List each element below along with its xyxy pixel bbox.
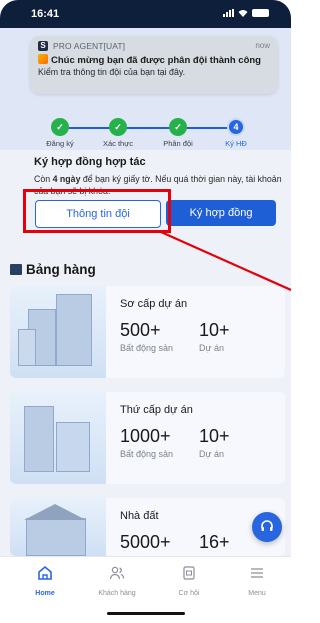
listing-card[interactable]: Thứ cấp dự án 1000+ Bất động sản 10+ Dự … [10,392,285,484]
contract-heading: Ký hợp đồng hợp tác [34,156,146,168]
nav-opportunities[interactable]: Cơ hội [159,565,219,597]
opportunity-icon [183,566,195,580]
step-team: ✓ Phân đội [158,118,198,148]
listing-name: Nhà đất [120,510,159,522]
listing-project-label: Dự án [199,449,225,459]
step-contract: 4 Ký HĐ [216,118,256,148]
wifi-icon [238,10,248,17]
building-image [10,392,106,484]
listing-property-label: Bất động sản [120,449,174,459]
users-icon [109,566,125,580]
onboarding-steps: ✓ Đăng ký ✓ Xác thực ✓ Phân đội 4 Ký HĐ [40,118,270,148]
building-icon [10,264,22,275]
sign-contract-button[interactable]: Ký hợp đồng [166,200,276,226]
nav-home[interactable]: Home [15,565,75,597]
desc-days: 4 ngày [52,174,81,184]
home-indicator [107,612,185,615]
notification-time: now [255,41,270,50]
status-time: 16:41 [31,8,60,20]
listing-project-count: 10+ [199,426,230,446]
step-label: Đăng ký [46,139,74,148]
nav-label: Menu [248,590,266,597]
nav-label: Home [35,590,55,597]
listing-property-count: 5000+ [120,532,171,552]
step-register: ✓ Đăng ký [40,118,80,148]
check-icon: ✓ [109,118,127,136]
listing-project-label: Dự án [199,343,225,353]
support-chat-button[interactable] [252,512,282,542]
step-number: 4 [227,118,245,136]
status-icons [223,9,269,17]
battery-icon [252,9,269,17]
check-icon: ✓ [51,118,69,136]
listing-name: Sơ cấp dự án [120,298,188,310]
listing-card[interactable]: Nhà đất 5000+ 16+ [10,498,285,556]
notification-body: Kiểm tra thông tin đội của bạn tại đây. [38,67,186,77]
step-label: Phân đội [163,139,193,148]
nav-customers[interactable]: Khách hàng [87,565,147,597]
home-icon [38,565,52,580]
listing-property-count: 500+ [120,320,161,340]
building-image [10,498,106,556]
listing-name: Thứ cấp dự án [120,404,193,416]
leaderboard-title-row: Bảng hàng [10,262,96,277]
notification-app-name: PRO AGENT[UAT] [53,41,126,51]
check-icon: ✓ [169,118,187,136]
step-verify: ✓ Xác thực [98,118,138,148]
listing-card[interactable]: Sơ cấp dự án 500+ Bất động sản 10+ Dự án [10,286,285,378]
listing-project-count: 10+ [199,320,230,340]
menu-icon [251,568,263,578]
listing-property-label: Bất động sản [120,343,174,353]
step-label: Ký HĐ [225,139,247,148]
push-notification[interactable]: S PRO AGENT[UAT] now Chúc mừng bạn đã đư… [30,36,278,94]
status-bar: 16:41 [0,0,291,28]
nav-label: Cơ hội [178,590,200,597]
desc-prefix: Còn [34,174,53,184]
notification-title-row: Chúc mừng bạn đã được phân đội thành côn… [38,54,261,66]
annotation-highlight-box [23,189,171,233]
step-label: Xác thực [102,139,134,148]
listing-project-count: 16+ [199,532,230,552]
notification-title: Chúc mừng bạn đã được phân đội thành côn… [51,55,261,66]
phone-screen: 16:41 S PRO AGENT[UAT] now Chúc mừng bạn… [0,0,291,623]
signal-icon [223,9,234,17]
building-image [10,286,106,378]
headset-icon [261,520,273,531]
nav-menu[interactable]: Menu [227,565,287,597]
app-logo-icon: S [38,41,48,51]
party-popper-icon [38,54,48,64]
listing-property-count: 1000+ [120,426,171,446]
nav-label: Khách hàng [98,590,136,597]
leaderboard-title: Bảng hàng [26,262,96,277]
